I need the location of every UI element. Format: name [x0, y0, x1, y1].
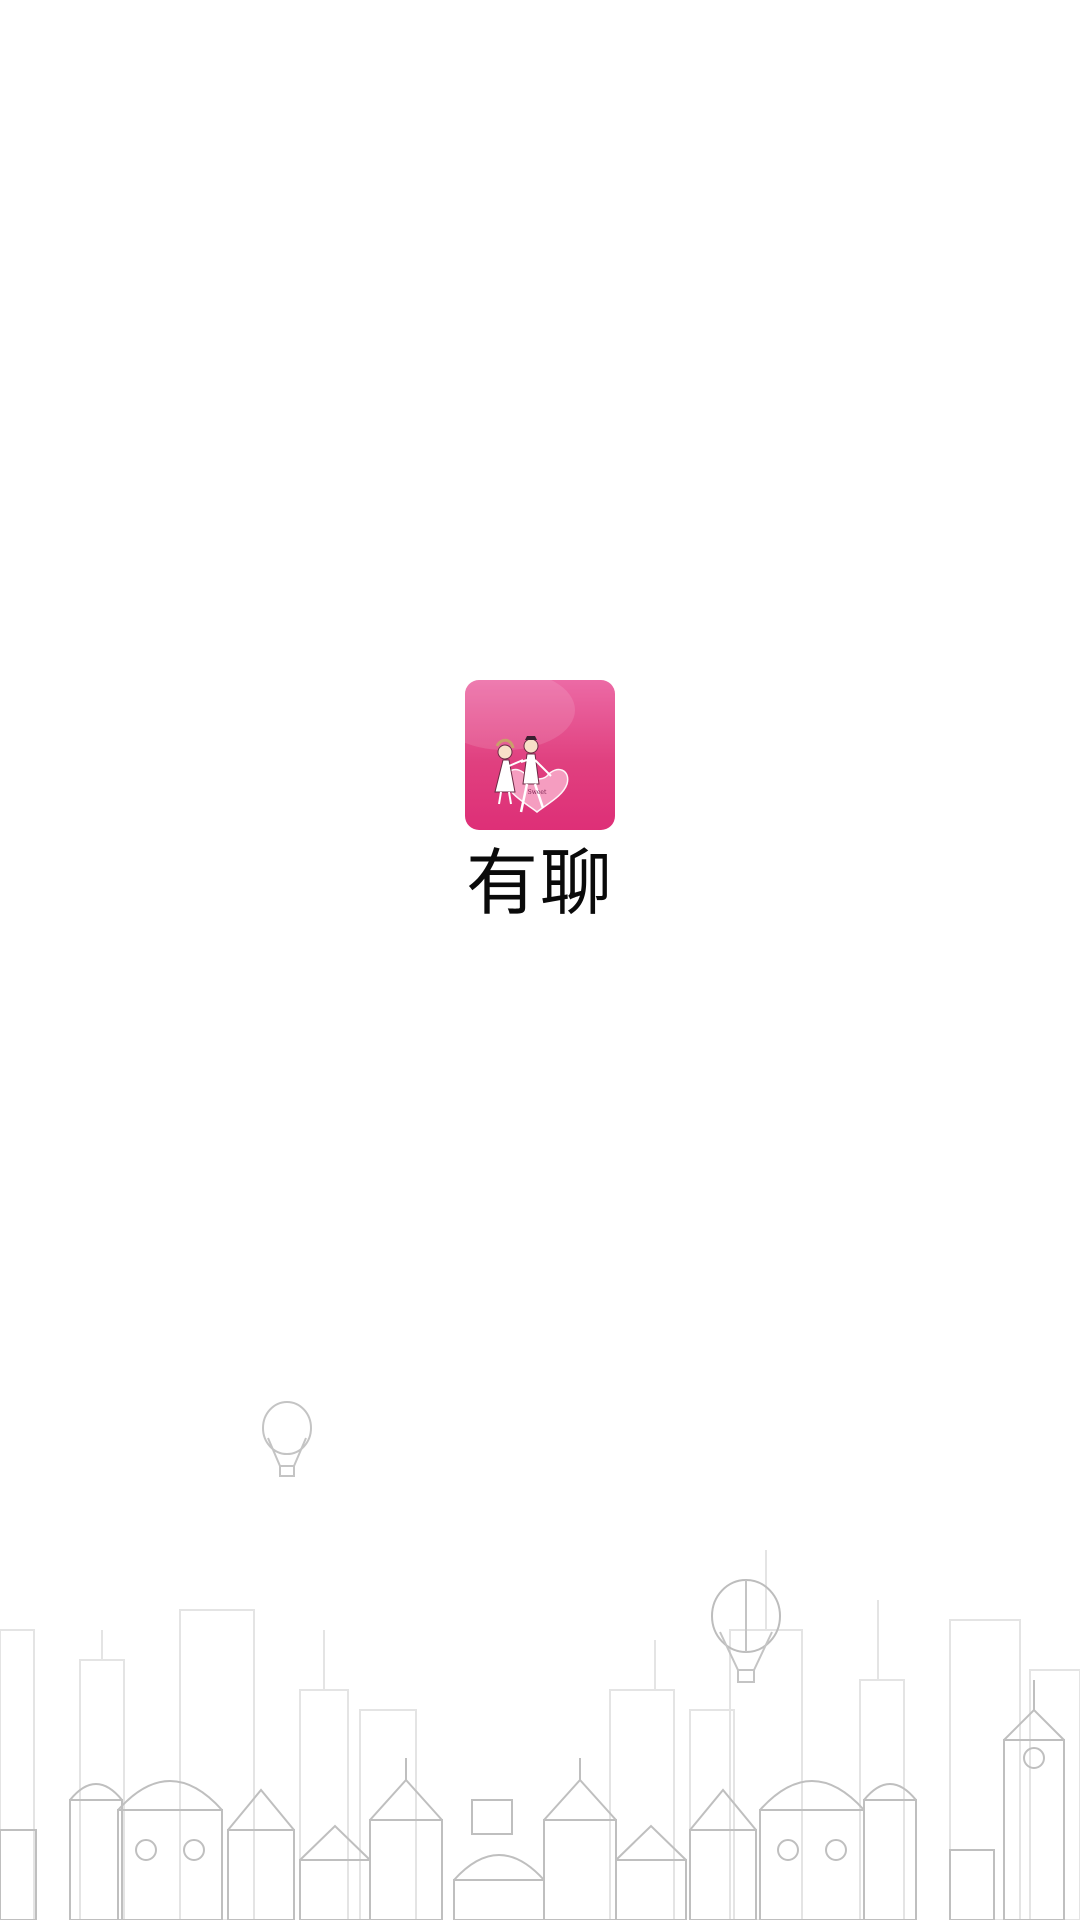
balloon-icon [262, 1401, 781, 1683]
couple-heart-logo-icon: Sweet [465, 680, 575, 813]
svg-text:Sweet: Sweet [528, 789, 547, 796]
app-name: 有聊 [465, 841, 614, 925]
cityscape-illustration [0, 1380, 1080, 1920]
splash-screen: Sweet 有你 有聊 [0, 0, 1080, 1920]
app-logo: Sweet 有你 [465, 680, 615, 830]
